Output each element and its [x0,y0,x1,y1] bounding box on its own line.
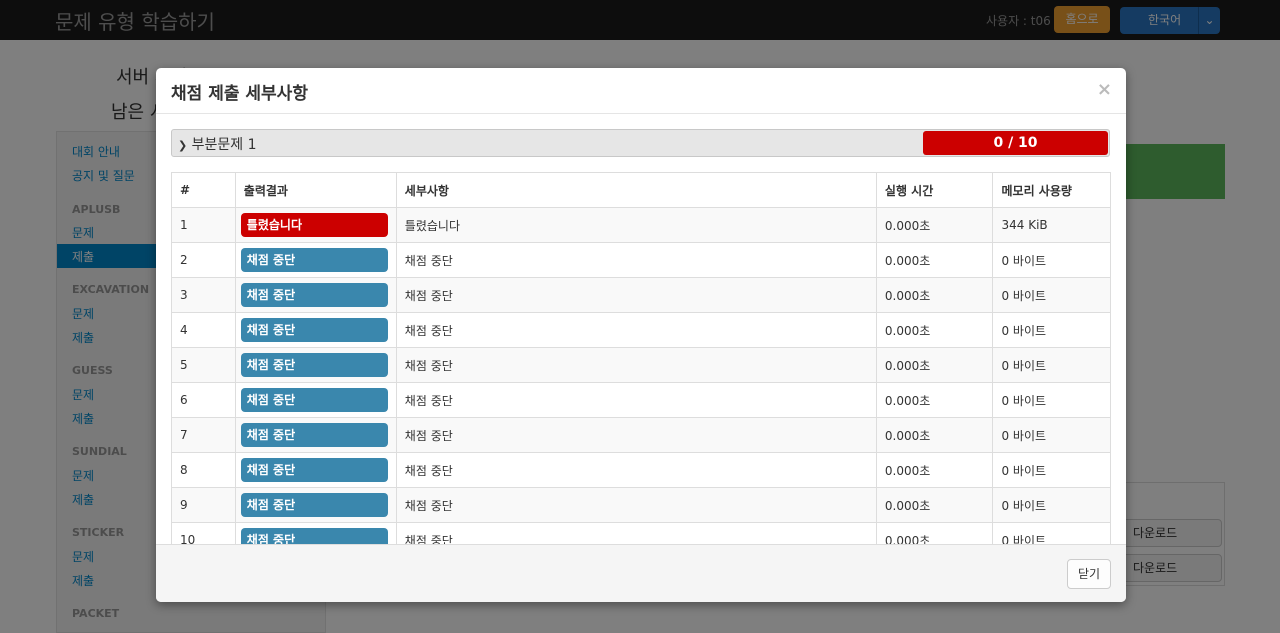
testcase-result: 틀렸습니다 [234,207,397,243]
testcase-number: 2 [171,242,236,278]
table-row: 5 채점 중단 채점 중단 0.000초 0 바이트 [171,347,1111,383]
column-header-result: 출력결과 [234,172,397,208]
testcase-time: 0.000초 [875,417,994,453]
column-header-details: 세부사항 [395,172,877,208]
testcase-result: 채점 중단 [234,382,397,418]
status-badge: 채점 중단 [240,353,388,377]
testcase-result: 채점 중단 [234,487,397,523]
status-badge: 틀렸습니다 [240,213,388,237]
chevron-down-icon: ❯ [178,139,188,152]
table-row: 4 채점 중단 채점 중단 0.000초 0 바이트 [171,312,1111,348]
testcase-detail: 채점 중단 [395,522,877,544]
testcase-number: 10 [171,522,236,544]
column-header-number: # [171,172,236,208]
status-badge: 채점 중단 [240,528,388,544]
status-badge: 채점 중단 [240,283,388,307]
close-button[interactable]: 닫기 [1067,559,1111,589]
table-row: 6 채점 중단 채점 중단 0.000초 0 바이트 [171,382,1111,418]
testcase-number: 7 [171,417,236,453]
status-badge: 채점 중단 [240,318,388,342]
testcase-table: # 출력결과 세부사항 실행 시간 메모리 사용량 1 틀렸습니다 틀렸습니다 0.0… [171,172,1111,544]
subtask-label: 부분문제 1 [191,137,257,153]
modal-header: 채점 제출 세부사항 × [156,68,1126,114]
table-row: 7 채점 중단 채점 중단 0.000초 0 바이트 [171,417,1111,453]
testcase-memory: 0 바이트 [992,417,1111,453]
testcase-time: 0.000초 [875,312,994,348]
testcase-memory: 0 바이트 [992,452,1111,488]
status-badge: 채점 중단 [240,458,388,482]
testcase-memory: 0 바이트 [992,522,1111,544]
table-row: 2 채점 중단 채점 중단 0.000초 0 바이트 [171,242,1111,278]
testcase-number: 6 [171,382,236,418]
testcase-detail: 채점 중단 [395,452,877,488]
testcase-time: 0.000초 [875,347,994,383]
testcase-result: 채점 중단 [234,452,397,488]
modal-footer: 닫기 [156,544,1126,602]
table-header-row: # 출력결과 세부사항 실행 시간 메모리 사용량 [171,172,1111,208]
testcase-detail: 채점 중단 [395,277,877,313]
testcase-time: 0.000초 [875,277,994,313]
testcase-detail: 채점 중단 [395,382,877,418]
testcase-result: 채점 중단 [234,417,397,453]
testcase-result: 채점 중단 [234,347,397,383]
testcase-memory: 0 바이트 [992,312,1111,348]
testcase-detail: 틀렸습니다 [395,207,877,243]
testcase-number: 3 [171,277,236,313]
testcase-number: 8 [171,452,236,488]
status-badge: 채점 중단 [240,388,388,412]
testcase-memory: 0 바이트 [992,277,1111,313]
table-row: 8 채점 중단 채점 중단 0.000초 0 바이트 [171,452,1111,488]
testcase-memory: 344 KiB [992,207,1111,243]
modal-body: ❯ 부분문제 1 0 / 10 # 출력결과 세부사항 실행 시간 메모리 사용… [156,114,1126,544]
testcase-detail: 채점 중단 [395,417,877,453]
testcase-result: 채점 중단 [234,277,397,313]
table-row: 10 채점 중단 채점 중단 0.000초 0 바이트 [171,522,1111,544]
testcase-time: 0.000초 [875,382,994,418]
testcase-time: 0.000초 [875,522,994,544]
testcase-detail: 채점 중단 [395,312,877,348]
testcase-time: 0.000초 [875,487,994,523]
column-header-time: 실행 시간 [875,172,994,208]
testcase-memory: 0 바이트 [992,487,1111,523]
subtask-title: ❯ 부분문제 1 [178,134,257,154]
status-badge: 채점 중단 [240,248,388,272]
column-header-memory: 메모리 사용량 [992,172,1111,208]
testcase-number: 4 [171,312,236,348]
testcase-detail: 채점 중단 [395,487,877,523]
testcase-detail: 채점 중단 [395,347,877,383]
testcase-time: 0.000초 [875,452,994,488]
testcase-time: 0.000초 [875,242,994,278]
table-row: 9 채점 중단 채점 중단 0.000초 0 바이트 [171,487,1111,523]
testcase-memory: 0 바이트 [992,242,1111,278]
testcase-result: 채점 중단 [234,312,397,348]
testcase-detail: 채점 중단 [395,242,877,278]
testcase-result: 채점 중단 [234,522,397,544]
table-row: 1 틀렸습니다 틀렸습니다 0.000초 344 KiB [171,207,1111,243]
status-badge: 채점 중단 [240,493,388,517]
subtask-score-badge: 0 / 10 [923,131,1108,155]
subtask-header[interactable]: ❯ 부분문제 1 0 / 10 [171,129,1110,157]
testcase-result: 채점 중단 [234,242,397,278]
testcase-time: 0.000초 [875,207,994,243]
submission-details-modal: 채점 제출 세부사항 × ❯ 부분문제 1 0 / 10 # 출력결과 세부사항… [156,68,1126,602]
testcase-memory: 0 바이트 [992,382,1111,418]
testcase-memory: 0 바이트 [992,347,1111,383]
close-icon[interactable]: × [1097,80,1112,100]
testcase-number: 9 [171,487,236,523]
testcase-number: 5 [171,347,236,383]
modal-title: 채점 제출 세부사항 [171,84,308,104]
testcase-number: 1 [171,207,236,243]
table-row: 3 채점 중단 채점 중단 0.000초 0 바이트 [171,277,1111,313]
status-badge: 채점 중단 [240,423,388,447]
